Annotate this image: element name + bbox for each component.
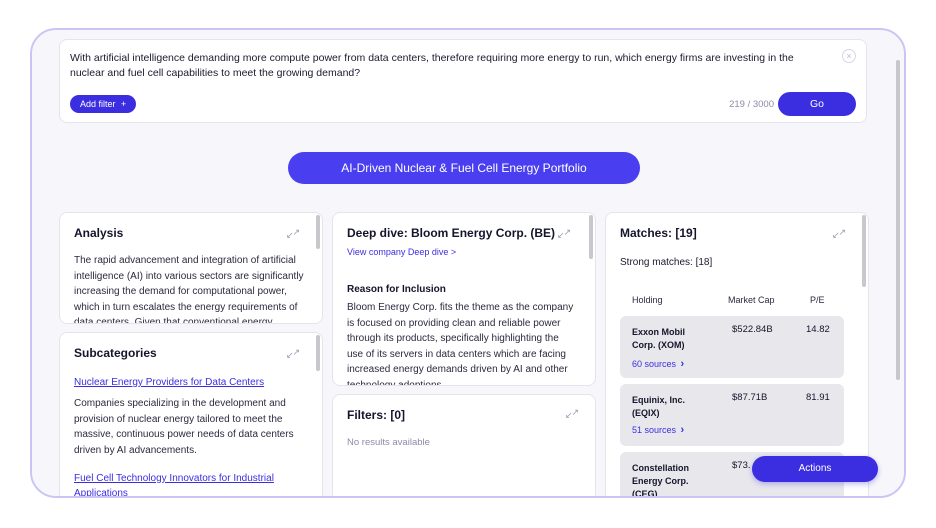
- pe-value: 81.91: [806, 392, 830, 403]
- column-header-market-cap[interactable]: Market Cap: [728, 295, 775, 305]
- filters-card: Filters: [0] ↗ ↙ No results available: [332, 394, 596, 496]
- view-deep-dive-link[interactable]: View company Deep dive >: [347, 247, 456, 257]
- expand-icon[interactable]: ↗ ↙: [286, 227, 300, 241]
- subcategories-scrollbar[interactable]: [316, 335, 320, 371]
- column-header-pe[interactable]: P/E: [810, 295, 825, 305]
- actions-button[interactable]: Actions: [752, 456, 878, 482]
- go-button[interactable]: Go: [778, 92, 856, 116]
- expand-icon[interactable]: ↗ ↙: [832, 227, 846, 241]
- market-cap-value: $522.84B: [732, 324, 773, 335]
- expand-icon[interactable]: ↗ ↙: [565, 407, 579, 421]
- deep-dive-card: Deep dive: Bloom Energy Corp. (BE) ↗ ↙ Vi…: [332, 212, 596, 386]
- sources-label: 60 sources: [632, 359, 677, 369]
- reason-heading: Reason for Inclusion: [347, 284, 446, 295]
- sources-link[interactable]: 51 sources ›: [632, 424, 684, 436]
- market-cap-value: $87.71B: [732, 392, 768, 403]
- chevron-right-icon: ›: [680, 424, 685, 436]
- analysis-card: Analysis ↗ ↙ The rapid advancement and in…: [59, 212, 323, 324]
- reason-text: Bloom Energy Corp. fits the theme as the…: [347, 302, 574, 386]
- portfolio-title[interactable]: AI-Driven Nuclear & Fuel Cell Energy Por…: [288, 152, 640, 184]
- expand-icon[interactable]: ↗ ↙: [286, 347, 300, 361]
- plus-icon: +: [121, 99, 127, 109]
- sources-label: 51 sources: [632, 425, 677, 435]
- app-frame: With artificial intelligence demanding m…: [30, 28, 906, 498]
- matches-scrollbar[interactable]: [862, 215, 866, 287]
- strong-matches-label: Strong matches: [18]: [620, 257, 713, 268]
- filters-empty-text: No results available: [347, 437, 430, 448]
- filters-title: Filters: [0]: [347, 408, 406, 422]
- add-filter-button[interactable]: Add filter +: [70, 95, 137, 113]
- analysis-scrollbar[interactable]: [316, 215, 320, 249]
- column-header-holding[interactable]: Holding: [632, 295, 663, 305]
- subcategory-link-nuclear[interactable]: Nuclear Energy Providers for Data Center…: [74, 375, 284, 390]
- analysis-title: Analysis: [74, 226, 124, 240]
- chevron-right-icon: ›: [680, 358, 685, 370]
- match-row[interactable]: Equinix, Inc. (EQIX) $87.71B 81.91 51 so…: [620, 384, 844, 446]
- holding-name: Exxon Mobil Corp. (XOM): [632, 327, 686, 350]
- analysis-text: The rapid advancement and integration of…: [74, 255, 304, 324]
- subcategories-title: Subcategories: [74, 346, 157, 360]
- holding-name: Constellation Energy Corp. (CEG): [632, 463, 690, 498]
- clear-query-icon[interactable]: ×: [842, 49, 856, 63]
- subcategory-link-fuel-cell[interactable]: Fuel Cell Technology Innovators for Indu…: [74, 471, 284, 496]
- match-row[interactable]: Exxon Mobil Corp. (XOM) $522.84B 14.82 6…: [620, 316, 844, 378]
- market-cap-value: $73.: [732, 460, 751, 471]
- query-input[interactable]: With artificial intelligence demanding m…: [70, 51, 830, 81]
- matches-title: Matches: [19]: [620, 226, 697, 240]
- sources-link[interactable]: 60 sources ›: [632, 358, 684, 370]
- page-scrollbar[interactable]: [896, 60, 900, 380]
- deep-dive-scrollbar[interactable]: [589, 215, 593, 259]
- holding-name: Equinix, Inc. (EQIX): [632, 395, 686, 418]
- pe-value: 14.82: [806, 324, 830, 335]
- subcategories-card: Subcategories ↗ ↙ Nuclear Energy Provider…: [59, 332, 323, 496]
- add-filter-label: Add filter: [80, 99, 116, 109]
- expand-icon[interactable]: ↗ ↙: [557, 227, 571, 241]
- character-count: 219 / 3000: [729, 99, 774, 110]
- query-card: With artificial intelligence demanding m…: [59, 39, 867, 123]
- subcategory-description: Companies specializing in the developmen…: [74, 398, 294, 456]
- deep-dive-title: Deep dive: Bloom Energy Corp. (BE): [347, 226, 556, 240]
